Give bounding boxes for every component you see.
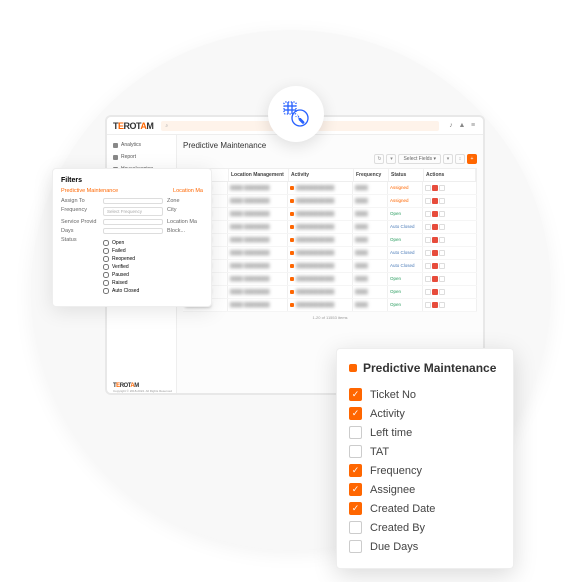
row-more[interactable] — [439, 185, 445, 191]
filter-label: Days — [61, 228, 99, 234]
filter-button[interactable]: ▾ — [386, 154, 396, 164]
row-more[interactable] — [439, 263, 445, 269]
table-row[interactable]: ████████████ ████████████████████████Ope… — [183, 286, 477, 299]
row-more[interactable] — [439, 224, 445, 230]
row-action[interactable] — [425, 185, 431, 191]
row-more[interactable] — [439, 276, 445, 282]
filter-input[interactable] — [103, 198, 163, 204]
filter-side: Zone — [167, 198, 203, 204]
table-row[interactable]: ████████████ ████████████████████████Aut… — [183, 247, 477, 260]
status-option[interactable]: Auto Closed — [103, 287, 203, 295]
table-row[interactable]: ████████████ ████████████████████████Ope… — [183, 273, 477, 286]
row-more[interactable] — [439, 289, 445, 295]
column-header[interactable]: Activity — [289, 169, 354, 181]
row-more[interactable] — [439, 211, 445, 217]
status-option[interactable]: Reopened — [103, 255, 203, 263]
row-action[interactable] — [425, 250, 431, 256]
copyright: Copyright © 2018-2024. All Rights Reserv… — [113, 389, 172, 393]
column-header[interactable]: Frequency — [354, 169, 389, 181]
column-header[interactable]: Actions — [424, 169, 476, 181]
table-row[interactable]: ████████████ ████████████████████████Aut… — [183, 260, 477, 273]
sidebar-item[interactable]: Report — [107, 151, 176, 163]
sort-button[interactable]: ↕ — [455, 154, 465, 164]
row-action[interactable] — [425, 276, 431, 282]
row-more[interactable] — [439, 237, 445, 243]
user-icon[interactable]: ▲ — [458, 122, 466, 130]
row-delete[interactable] — [432, 224, 438, 230]
column-header[interactable]: Status — [389, 169, 424, 181]
add-button[interactable]: + — [467, 154, 477, 164]
row-action[interactable] — [425, 237, 431, 243]
row-delete[interactable] — [432, 211, 438, 217]
menu-icon[interactable]: ≡ — [469, 122, 477, 130]
refresh-button[interactable]: ↻ — [374, 154, 384, 164]
filter-side: Block... — [167, 228, 203, 234]
table-row[interactable]: ████████████ ████████████████████████Ope… — [183, 299, 477, 312]
field-option[interactable]: Left time — [349, 423, 501, 442]
select-fields-panel: Predictive Maintenance ✓Ticket No✓Activi… — [336, 348, 514, 569]
column-header[interactable]: Location Management — [229, 169, 289, 181]
row-action[interactable] — [425, 224, 431, 230]
status-option[interactable]: Paused — [103, 271, 203, 279]
table-row[interactable]: ████████████ ████████████████████████Ass… — [183, 195, 477, 208]
field-option[interactable]: Due Days — [349, 537, 501, 556]
row-delete[interactable] — [432, 250, 438, 256]
table-row[interactable]: ████████████ ████████████████████████Ope… — [183, 234, 477, 247]
status-option[interactable]: Failed — [103, 247, 203, 255]
filters-title: Filters — [61, 177, 203, 184]
brand-logo: TEROTAM — [113, 121, 153, 131]
table-body: ████████████ ████████████████████████Ass… — [183, 182, 477, 312]
filter-input[interactable] — [103, 219, 163, 225]
table-row[interactable]: ████████████ ████████████████████████Ass… — [183, 182, 477, 195]
row-delete[interactable] — [432, 185, 438, 191]
field-option[interactable]: ✓Created Date — [349, 499, 501, 518]
row-more[interactable] — [439, 302, 445, 308]
row-more[interactable] — [439, 250, 445, 256]
field-option[interactable]: ✓Activity — [349, 404, 501, 423]
filter-side: City — [167, 207, 203, 216]
filters-subtitle: Predictive Maintenance Location Ma — [61, 188, 203, 194]
status-option[interactable]: Verified — [103, 263, 203, 271]
row-delete[interactable] — [432, 302, 438, 308]
filters-panel: Filters Predictive Maintenance Location … — [52, 168, 212, 307]
field-option[interactable]: ✓Ticket No — [349, 385, 501, 404]
row-more[interactable] — [439, 198, 445, 204]
export-button[interactable]: ▾ — [443, 154, 453, 164]
row-action[interactable] — [425, 198, 431, 204]
row-delete[interactable] — [432, 289, 438, 295]
notification-icon[interactable]: ♪ — [447, 122, 455, 130]
row-delete[interactable] — [432, 237, 438, 243]
filter-label: Frequency — [61, 207, 99, 216]
row-delete[interactable] — [432, 198, 438, 204]
table-row[interactable]: ████████████ ████████████████████████Ope… — [183, 208, 477, 221]
status-option[interactable]: Raised — [103, 279, 203, 287]
filter-label: Service Provid — [61, 219, 99, 225]
page-title: Predictive Maintenance — [183, 141, 477, 150]
sidebar-item[interactable]: Analytics — [107, 139, 176, 151]
pagination: 1-20 of 11553 items — [183, 312, 477, 323]
row-action[interactable] — [425, 263, 431, 269]
field-option[interactable]: ✓Assignee — [349, 480, 501, 499]
field-option[interactable]: ✓Frequency — [349, 461, 501, 480]
status-label: Status — [61, 237, 99, 295]
select-fields-dropdown[interactable]: Select Fields ▾ — [398, 154, 441, 164]
table-header: Ticket NoLocation ManagementActivityFreq… — [183, 168, 477, 182]
row-action[interactable] — [425, 211, 431, 217]
table-row[interactable]: ████████████ ████████████████████████Aut… — [183, 221, 477, 234]
field-option[interactable]: Created By — [349, 518, 501, 537]
row-delete[interactable] — [432, 263, 438, 269]
fields-panel-title: Predictive Maintenance — [349, 361, 501, 375]
row-delete[interactable] — [432, 276, 438, 282]
field-option[interactable]: TAT — [349, 442, 501, 461]
filter-input[interactable]: Select Frequency — [103, 207, 163, 216]
filter-side: Location Ma — [167, 219, 203, 225]
filter-label: Assign To — [61, 198, 99, 204]
filter-input[interactable] — [103, 228, 163, 234]
row-action[interactable] — [425, 302, 431, 308]
status-option[interactable]: Open — [103, 239, 203, 247]
maintenance-icon — [268, 86, 324, 142]
toolbar: ↻ ▾ Select Fields ▾ ▾ ↕ + — [183, 154, 477, 164]
row-action[interactable] — [425, 289, 431, 295]
